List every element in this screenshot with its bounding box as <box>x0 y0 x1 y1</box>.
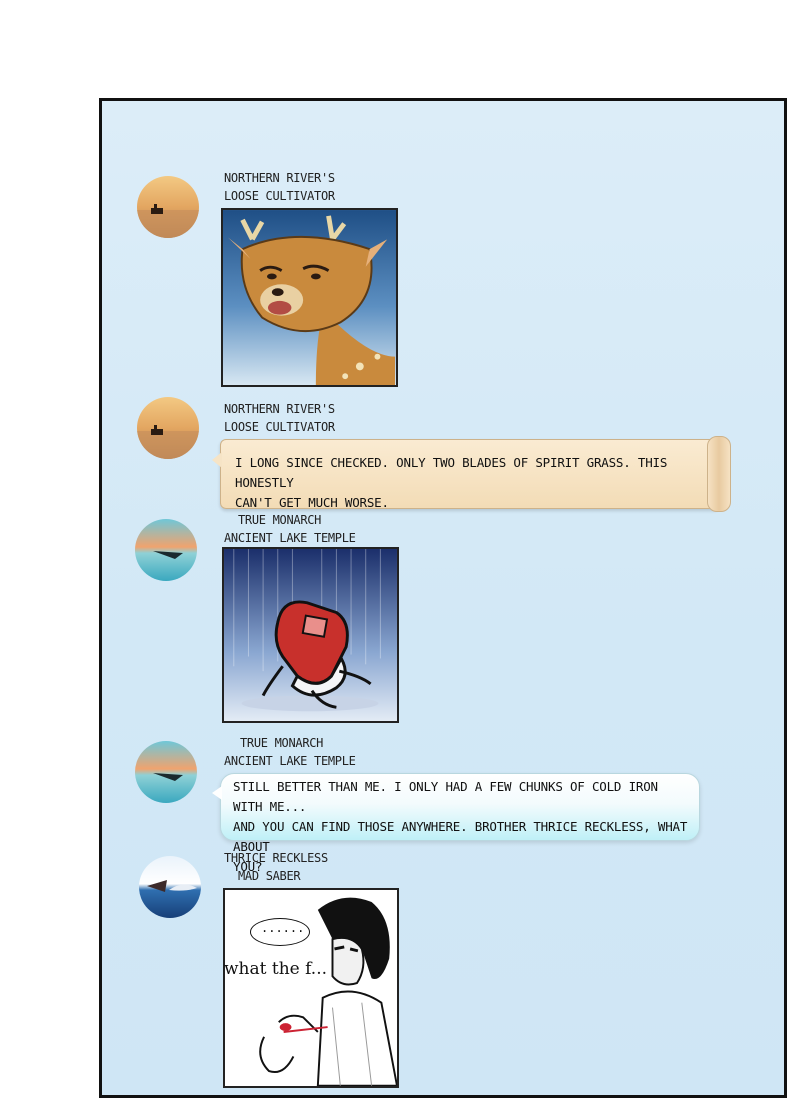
collapsed-pill-icon <box>224 549 397 721</box>
boat-lake-icon <box>135 741 197 803</box>
sunset-lake-icon <box>137 397 199 459</box>
message-bubble[interactable]: Still better than me. I only had a few c… <box>212 773 700 874</box>
sender-name: Thrice Reckless Mad Saber <box>224 851 328 883</box>
avatar-northern-river[interactable] <box>137 176 199 238</box>
bubble-tail <box>212 452 222 468</box>
sticker-pill[interactable] <box>222 547 399 723</box>
thought-bubble: ...... <box>250 918 310 946</box>
message-bubble[interactable]: I long since checked. Only two blades of… <box>212 436 731 512</box>
avatar-thrice-reckless[interactable] <box>139 856 201 918</box>
sender-name: Northern River's Loose Cultivator <box>224 402 335 434</box>
message-text: I long since checked. Only two blades of… <box>235 455 668 510</box>
avatar-true-monarch[interactable] <box>135 519 197 581</box>
sticker-deer[interactable] <box>221 208 398 387</box>
deer-meme-icon <box>223 210 396 385</box>
sunset-lake-icon <box>137 176 199 238</box>
sender-name: True Monarch Ancient Lake Temple <box>224 736 356 768</box>
avatar-northern-river[interactable] <box>137 397 199 459</box>
chat-panel: Northern River's Loose Cultivator <box>99 98 787 1098</box>
sticker-confused-man[interactable] <box>223 888 399 1088</box>
waves-boat-icon <box>139 856 201 918</box>
sender-name: Northern River's Loose Cultivator <box>224 171 335 203</box>
confused-man-icon <box>225 890 397 1086</box>
avatar-true-monarch[interactable] <box>135 741 197 803</box>
scroll-roll <box>707 436 731 512</box>
boat-lake-icon <box>135 519 197 581</box>
bubble-tail <box>212 786 222 800</box>
sticker-caption: what the f... <box>224 959 328 979</box>
sender-name: True Monarch Ancient Lake Temple <box>224 513 356 545</box>
